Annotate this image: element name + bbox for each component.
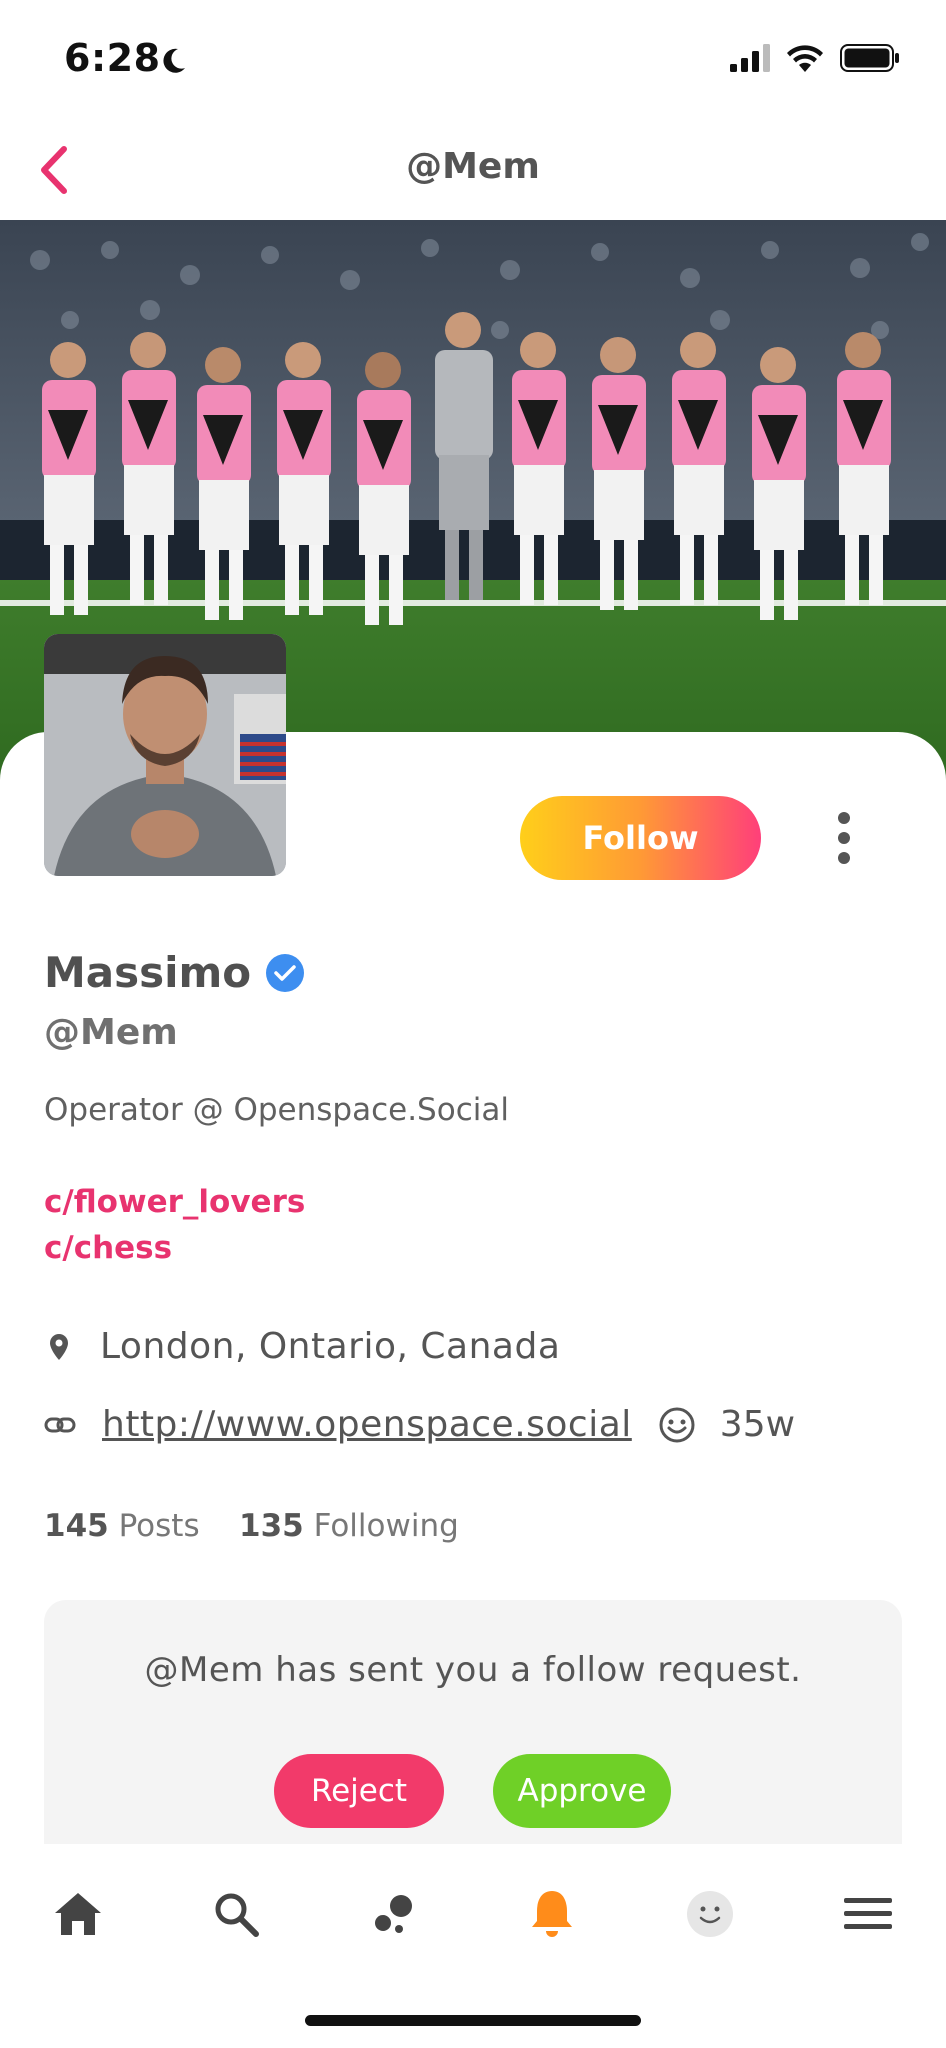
tab-profile[interactable]: [670, 1874, 750, 1954]
profile-bio: Operator @ Openspace.Social: [44, 1092, 509, 1128]
more-vertical-icon: [838, 812, 850, 864]
posts-count: 145: [44, 1508, 109, 1544]
website-row: http://www.openspace.social 35w: [44, 1404, 795, 1445]
search-icon: [215, 1893, 259, 1937]
link-icon: [44, 1417, 76, 1432]
posts-label: Posts: [118, 1508, 200, 1544]
reject-button[interactable]: Reject: [274, 1754, 444, 1828]
avatar[interactable]: [44, 634, 286, 876]
account-age: 35w: [719, 1404, 796, 1445]
profile-handle: @Mem: [44, 1012, 178, 1053]
following-count: 135: [239, 1508, 304, 1544]
follow-request-message: @Mem has sent you a follow request.: [144, 1650, 802, 1690]
location-pin-icon: [50, 1333, 68, 1360]
verified-badge-icon: [266, 953, 305, 992]
profile-face-icon: [687, 1891, 733, 1937]
status-time: 6:28: [64, 36, 161, 80]
profile-name: Massimo: [44, 948, 252, 997]
profile-stats: 145 Posts 135 Following: [44, 1508, 459, 1544]
follow-button[interactable]: Follow: [520, 796, 761, 880]
location-text: London, Ontario, Canada: [100, 1326, 561, 1367]
status-icons: [730, 44, 900, 72]
tab-notifications[interactable]: [512, 1874, 592, 1954]
location-row: London, Ontario, Canada: [44, 1326, 560, 1367]
tab-search[interactable]: [196, 1874, 276, 1954]
notifications-icon: [532, 1891, 572, 1937]
more-options-button[interactable]: [814, 798, 874, 878]
battery-icon: [840, 44, 899, 72]
communities-icon: [375, 1895, 412, 1933]
wifi-icon: [787, 45, 823, 72]
page-title: @Mem: [406, 146, 540, 187]
follow-request-card: @Mem has sent you a follow request. Reje…: [44, 1600, 902, 1844]
moon-icon: [163, 48, 185, 73]
signal-icon: [730, 44, 770, 72]
home-icon: [55, 1893, 101, 1935]
website-link[interactable]: http://www.openspace.social: [102, 1404, 632, 1445]
approve-button[interactable]: Approve: [493, 1754, 671, 1828]
tab-menu[interactable]: [828, 1874, 908, 1954]
following-label[interactable]: Following: [314, 1508, 459, 1544]
tab-communities[interactable]: [354, 1874, 434, 1954]
smiley-icon: [659, 1407, 695, 1442]
status-bar: 6:28: [0, 0, 946, 120]
home-indicator: [305, 2015, 641, 2026]
nav-bar: @Mem: [0, 120, 946, 220]
community-link-flower-lovers[interactable]: c/flower_lovers: [44, 1184, 305, 1220]
tab-home[interactable]: [38, 1874, 118, 1954]
profile-name-row: Massimo: [44, 948, 305, 997]
community-link-chess[interactable]: c/chess: [44, 1230, 172, 1266]
menu-icon: [844, 1898, 892, 1929]
